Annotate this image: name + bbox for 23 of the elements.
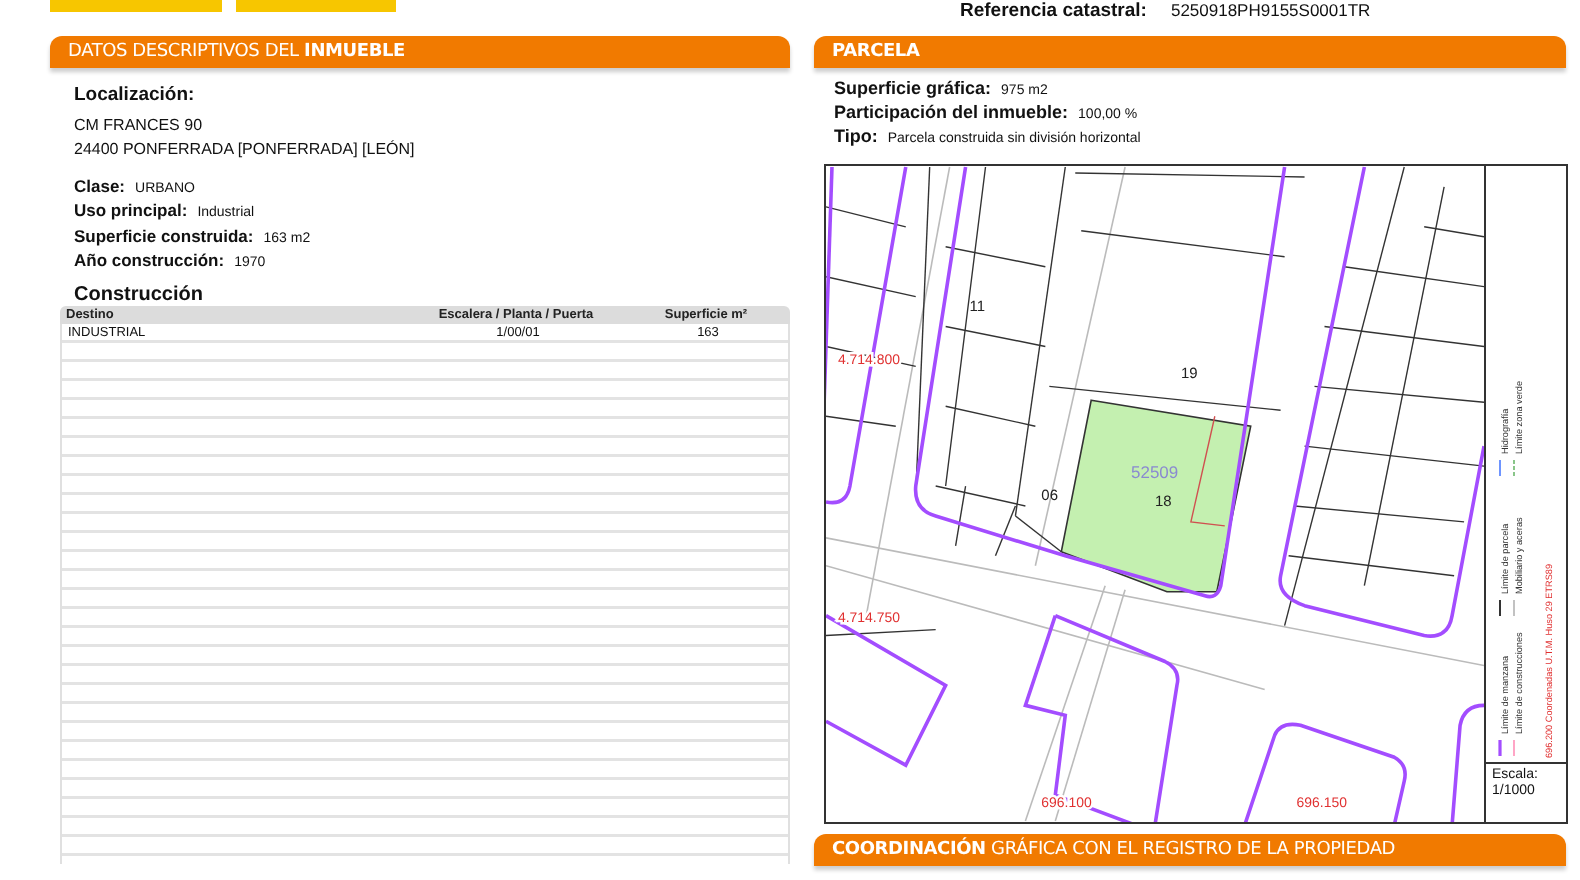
field-label: Tipo: bbox=[834, 126, 878, 146]
legend-line-icon bbox=[1513, 599, 1515, 617]
legend-line-icon bbox=[1513, 459, 1515, 477]
reference-value: 5250918PH9155S0001TR bbox=[1170, 0, 1371, 22]
field-label: Superficie gráfica: bbox=[834, 78, 992, 98]
map-label: 52509 bbox=[1131, 462, 1179, 483]
address-line: 24400 PONFERRADA [PONFERRADA] [LEÓN] bbox=[74, 138, 417, 162]
field-label: Clase: bbox=[74, 176, 126, 196]
section-header: PARCELA bbox=[814, 36, 1566, 68]
field-label: Uso principal: bbox=[74, 200, 188, 221]
field-label: Participación del inmueble: bbox=[834, 102, 1069, 122]
location-label: Localización: bbox=[74, 84, 197, 106]
section-header: COORDINACIÓN GRÁFICA CON EL REGISTRO DE LA PROPIEDAD bbox=[814, 834, 1566, 866]
section-header: DATOS DESCRIPTIVOS DEL INMUEBLE bbox=[50, 36, 790, 68]
construction-title: Construcción bbox=[72, 284, 205, 307]
reference-label: Referencia catastral: bbox=[960, 0, 1147, 22]
legend-line-icon bbox=[1499, 459, 1501, 477]
field-label: Año construcción: bbox=[74, 249, 225, 270]
field-label: Superficie construida: bbox=[74, 225, 254, 246]
legend-line-icon bbox=[1498, 740, 1502, 756]
legend-line-icon bbox=[1499, 599, 1501, 617]
address-line: CM FRANCES 90 bbox=[74, 114, 205, 138]
legend-line-icon bbox=[1513, 739, 1515, 757]
